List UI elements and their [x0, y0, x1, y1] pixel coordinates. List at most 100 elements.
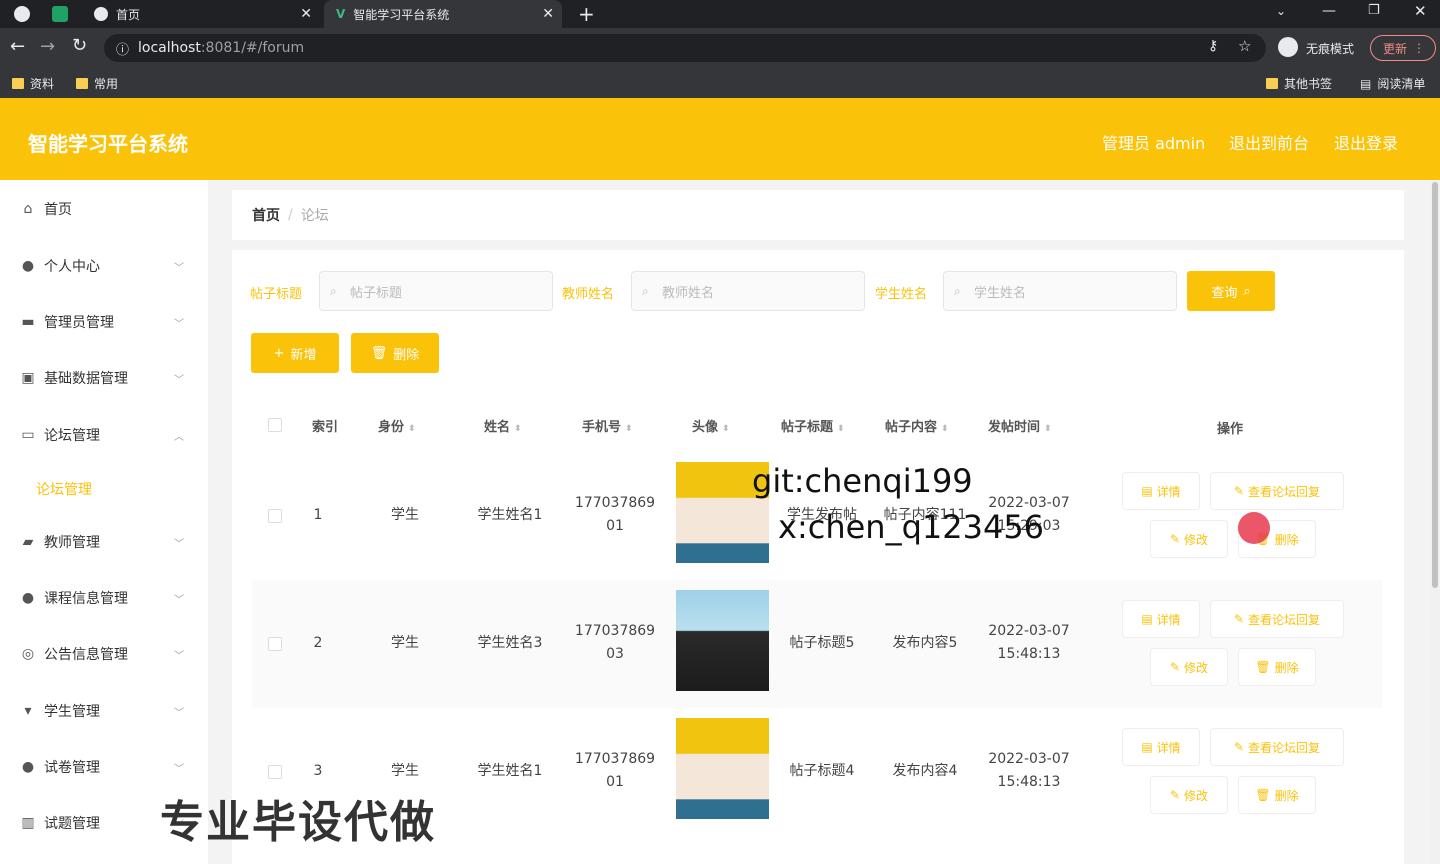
sidebar-subitem-forum[interactable]: 论坛管理 [36, 479, 92, 499]
breadcrumb-home[interactable]: 首页 [252, 205, 280, 225]
logout-link[interactable]: 退出登录 [1334, 130, 1398, 154]
minimize-icon[interactable]: — [1322, 3, 1336, 19]
batch-delete-button[interactable]: 🗑 删除 [351, 333, 439, 373]
bookmark-folder[interactable]: 资料 [12, 75, 54, 92]
button-label: 查询 [1211, 285, 1238, 301]
student-search-input[interactable]: ⌕ 学生姓名 [943, 271, 1177, 311]
trash-icon: 🗑 [1255, 660, 1271, 674]
cell-content: 发布内容5 [892, 635, 958, 651]
view-replies-button[interactable]: ✎ 查看论坛回复 [1210, 600, 1344, 638]
row-checkbox[interactable] [268, 637, 282, 651]
watermark-text: x:chen_q123456 [778, 508, 1045, 546]
cell-date: 2022-03-07 [988, 623, 1070, 639]
query-button[interactable]: 查询 ⌕ [1187, 271, 1275, 311]
current-user: 管理员 admin [1102, 134, 1206, 153]
url-path: :8081/#/forum [200, 40, 305, 56]
sidebar-item-label: 试卷管理 [44, 760, 100, 776]
chevron-down-icon[interactable]: ⌄ [1276, 4, 1286, 18]
reload-icon[interactable]: ↻ [72, 35, 87, 56]
reading-list-icon: ▤ [1360, 76, 1372, 91]
add-button[interactable]: + 新增 [251, 333, 339, 373]
star-icon[interactable]: ☆ [1238, 37, 1251, 55]
bookmark-folder[interactable]: 常用 [76, 75, 118, 92]
placeholder: 教师姓名 [662, 285, 715, 301]
sidebar-item[interactable]: ▣ 基础数据管理 ﹀ [0, 358, 208, 398]
edit-button[interactable]: ✎ 修改 [1150, 648, 1228, 686]
sidebar-item[interactable]: ◎ 公告信息管理 ﹀ [0, 634, 208, 674]
sidebar-item-label: 学生管理 [44, 704, 100, 720]
scrollbar-thumb[interactable] [1432, 182, 1438, 588]
row-checkbox[interactable] [268, 765, 282, 779]
bookmark-label: 阅读清单 [1377, 77, 1426, 91]
column-header[interactable]: 帖子标题 ⬍ [781, 416, 845, 435]
detail-button[interactable]: ▤ 详情 [1122, 728, 1200, 766]
detail-button[interactable]: ▤ 详情 [1122, 600, 1200, 638]
url-input[interactable]: ⓘ localhost:8081/#/forum [104, 34, 1266, 62]
view-replies-button[interactable]: ✎ 查看论坛回复 [1210, 728, 1344, 766]
edit-button[interactable]: ✎ 修改 [1150, 520, 1228, 558]
column-header[interactable]: 身份 ⬍ [378, 416, 416, 435]
user-icon: ● [21, 590, 35, 606]
column-header[interactable]: 姓名 ⬍ [484, 416, 522, 435]
search-icon: ⌕ [330, 283, 337, 298]
column-label: 手机号 [582, 420, 622, 435]
cell-date: 2022-03-07 [988, 751, 1070, 767]
spreadsheet-icon[interactable] [52, 6, 68, 22]
new-tab-icon[interactable]: + [578, 2, 595, 26]
window-close-icon[interactable]: ✕ [1414, 2, 1427, 20]
view-replies-button[interactable]: ✎ 查看论坛回复 [1210, 472, 1344, 510]
sidebar-item[interactable]: ● 试卷管理 ﹀ [0, 747, 208, 787]
reading-list[interactable]: ▤ 阅读清单 [1360, 75, 1425, 92]
sidebar-item-label: 教师管理 [44, 535, 100, 551]
row-checkbox[interactable] [268, 509, 282, 523]
globe-icon[interactable] [14, 6, 30, 22]
forward-icon[interactable]: → [40, 36, 55, 57]
sidebar-item[interactable]: ⌂ 首页 [0, 189, 208, 229]
restore-icon[interactable]: ❐ [1368, 3, 1380, 18]
edit-icon: ✎ [1169, 788, 1181, 802]
back-icon[interactable]: ← [10, 36, 25, 57]
cell-role: 学生 [391, 507, 419, 523]
sort-icon: ⬍ [408, 424, 416, 434]
app-header: 智能学习平台系统 管理员 admin 退出到前台 退出登录 [0, 98, 1440, 180]
search-icon: ⌕ [954, 283, 961, 298]
home-icon: ⌂ [23, 201, 33, 217]
key-icon[interactable]: ⚷ [1208, 38, 1218, 54]
cell-content: 发布内容4 [892, 763, 958, 779]
column-header[interactable]: 发帖时间 ⬍ [988, 416, 1052, 435]
close-icon[interactable]: ✕ [300, 6, 312, 22]
sidebar-item[interactable]: ● 个人中心 ﹀ [0, 246, 208, 286]
teacher-icon: ▰ [22, 534, 34, 550]
select-all-checkbox[interactable] [268, 418, 282, 432]
sidebar-item[interactable]: ▾ 学生管理 ﹀ [0, 691, 208, 731]
delete-button[interactable]: 🗑删除 [1238, 776, 1316, 814]
bookmark-folder[interactable]: 其他书签 [1266, 75, 1332, 92]
watermark-text: git:chenqi199 [752, 462, 973, 500]
title-search-input[interactable]: ⌕ 帖子标题 [319, 271, 553, 311]
incognito-icon [1278, 37, 1298, 57]
sidebar-item[interactable]: ▭ 论坛管理 ︿ [0, 415, 208, 455]
sidebar-item[interactable]: ▰ 教师管理 ﹀ [0, 522, 208, 562]
update-button[interactable]: 更新 ⋮ [1370, 35, 1436, 61]
app-title: 智能学习平台系统 [28, 132, 188, 156]
edit-button[interactable]: ✎ 修改 [1150, 776, 1228, 814]
column-header[interactable]: 手机号 ⬍ [582, 416, 633, 435]
delete-button[interactable]: 🗑删除 [1238, 648, 1316, 686]
sidebar-item[interactable]: ● 课程信息管理 ﹀ [0, 578, 208, 618]
back-to-front-link[interactable]: 退出到前台 [1229, 130, 1309, 154]
tab-home[interactable]: 首页 ✕ [84, 0, 320, 28]
column-header[interactable]: 帖子内容 ⬍ [885, 416, 949, 435]
sort-icon: ⬍ [625, 424, 633, 434]
close-icon[interactable]: ✕ [542, 6, 554, 22]
tab-platform[interactable]: V 智能学习平台系统 ✕ [324, 0, 562, 28]
cell-time: 15:48:13 [997, 774, 1061, 790]
sidebar-item[interactable]: ▬ 管理员管理 ﹀ [0, 302, 208, 342]
detail-button[interactable]: ▤ 详情 [1122, 472, 1200, 510]
search-icon: ⌕ [642, 283, 649, 298]
column-header[interactable]: 头像 ⬍ [692, 416, 730, 435]
chevron-down-icon: ﹀ [174, 650, 184, 662]
teacher-search-input[interactable]: ⌕ 教师姓名 [631, 271, 865, 311]
cell-name: 学生姓名1 [477, 507, 543, 523]
column-label: 帖子标题 [781, 420, 834, 435]
button-label: 查看论坛回复 [1248, 612, 1321, 627]
